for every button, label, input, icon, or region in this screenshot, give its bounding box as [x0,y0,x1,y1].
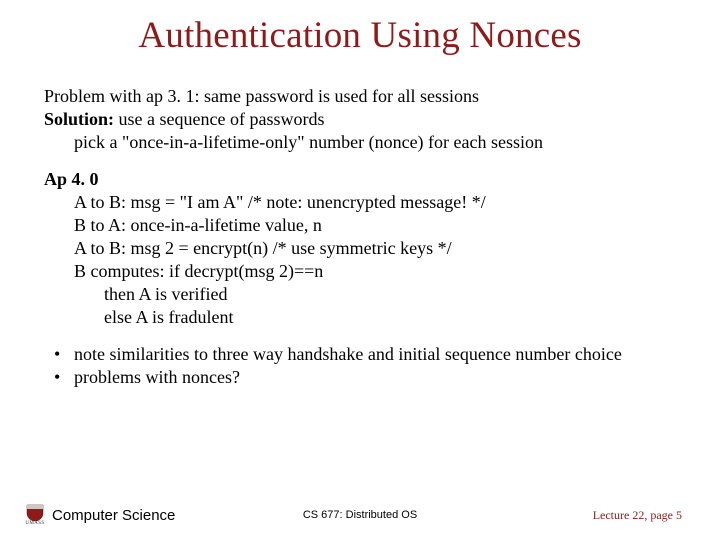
bullet-2: problems with nonces? [44,366,676,389]
solution-label: Solution: [44,109,114,129]
slide-footer: UMASS Computer Science CS 677: Distribut… [0,502,720,528]
ap4-line1: A to B: msg = "I am A" /* note: unencryp… [44,191,676,214]
umass-logo: UMASS [22,502,48,528]
solution-detail: pick a "once-in-a-lifetime-only" number … [44,131,676,154]
ap4-heading: Ap 4. 0 [44,168,676,191]
bullet-1: note similarities to three way handshake… [44,343,676,366]
ap4-line6: else A is fradulent [44,306,676,329]
ap4-line4: B computes: if decrypt(msg 2)==n [44,260,676,283]
problem-paragraph: Problem with ap 3. 1: same password is u… [44,85,676,154]
shield-icon [24,504,46,522]
problem-line: Problem with ap 3. 1: same password is u… [44,85,676,108]
solution-line: Solution: use a sequence of passwords [44,108,676,131]
logo-subtext: UMASS [25,521,44,526]
footer-left-text: Computer Science [52,507,175,524]
ap4-line2: B to A: once-in-a-lifetime value, n [44,214,676,237]
slide-title: Authentication Using Nonces [44,14,676,57]
bullet-list: note similarities to three way handshake… [44,343,676,389]
footer-right-text: Lecture 22, page 5 [593,508,682,523]
solution-text: use a sequence of passwords [114,109,324,129]
footer-left: UMASS Computer Science [22,502,175,528]
ap4-paragraph: Ap 4. 0 A to B: msg = "I am A" /* note: … [44,168,676,329]
ap4-line5: then A is verified [44,283,676,306]
footer-center-text: CS 677: Distributed OS [303,509,417,521]
ap4-line3: A to B: msg 2 = encrypt(n) /* use symmet… [44,237,676,260]
